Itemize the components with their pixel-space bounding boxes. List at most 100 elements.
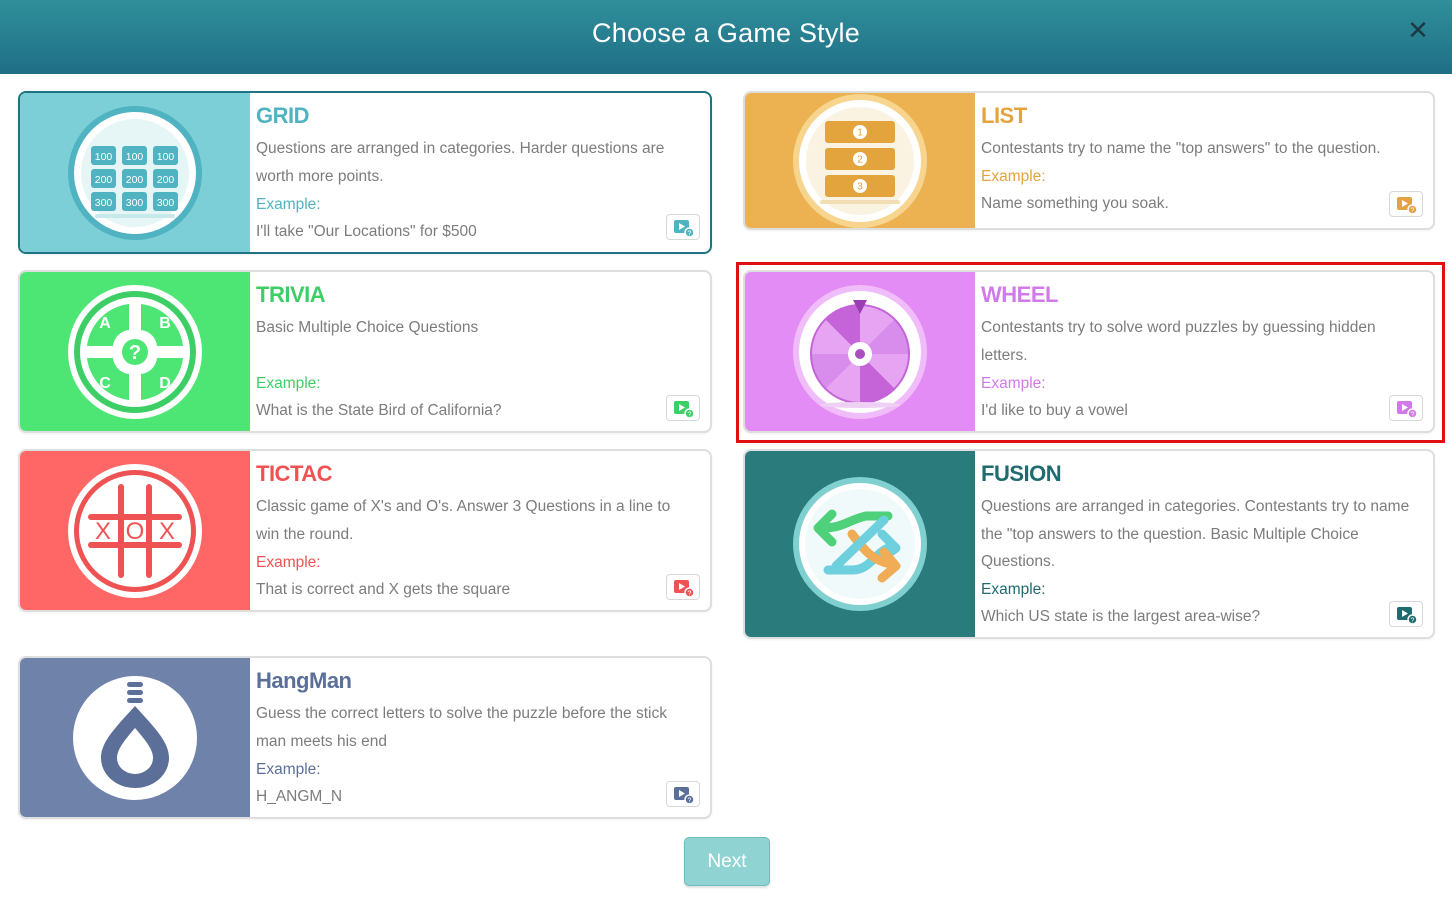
preview-video-button[interactable]: ? [1389,395,1423,421]
example-label: Example: [256,554,321,571]
choice-label: C [99,375,111,392]
game-style-card-grid[interactable]: 100 100 100 200 200 200 300 300 300 GRID… [18,91,712,254]
video-help-icon: ? [674,580,695,598]
tictac-mark: O [126,518,145,545]
example-label: Example: [981,168,1046,185]
tic-tac-toe-icon: X O X [68,463,202,598]
preview-video-button[interactable]: ? [1389,191,1423,217]
card-description: Contestants try to solve word puzzles by… [981,319,1376,364]
video-help-icon: ? [1397,607,1418,625]
list-art-panel: 1 2 3 [745,93,975,228]
grid-cell: 300 [126,197,144,209]
hangman-card-content: HangMan Guess the correct letters to sol… [256,658,700,817]
list-card-content: LIST Contestants try to name the "top an… [981,93,1423,228]
numbered-list-icon: 1 2 3 [793,93,927,228]
dialog-title: Choose a Game Style [592,18,860,48]
card-title: GRID [256,103,310,128]
preview-video-button[interactable]: ? [666,395,700,421]
card-description: Questions are arranged in categories. Ha… [256,140,665,185]
preview-video-button[interactable]: ? [1389,601,1423,627]
list-number: 3 [857,181,863,192]
choice-label: A [99,315,111,332]
tictac-mark: X [159,518,175,545]
example-text: H_ANGM_N [256,788,343,805]
video-help-icon: ? [1397,197,1418,215]
card-description: Contestants try to name the "top answers… [981,140,1381,157]
fusion-art-panel [745,451,975,637]
video-help-icon: ? [674,787,695,805]
grid-cell: 100 [126,151,144,163]
card-description: Classic game of X's and O's. Answer 3 Qu… [256,498,671,543]
grid-cell: 100 [157,151,175,163]
grid-cell: 300 [95,197,113,209]
game-style-card-fusion[interactable]: FUSION Questions are arranged in categor… [743,449,1435,639]
preview-video-button[interactable]: ? [666,214,700,240]
fusion-card-content: FUSION Questions are arranged in categor… [981,451,1423,637]
card-description: Basic Multiple Choice Questions [256,319,479,336]
card-title: TICTAC [256,461,333,486]
grid-cell: 200 [126,174,144,186]
example-label: Example: [256,761,321,778]
card-title: TRIVIA [256,282,326,307]
game-style-card-list[interactable]: 1 2 3 LIST Contestants try to name the "… [743,91,1435,230]
grid-card-content: GRID Questions are arranged in categorie… [256,93,700,252]
example-text: Name something you soak. [981,195,1169,212]
tictac-mark: X [95,518,111,545]
card-title: FUSION [981,461,1062,486]
svg-text:?: ? [1411,618,1415,625]
preview-video-button[interactable]: ? [666,574,700,600]
svg-text:?: ? [1411,412,1415,419]
tictac-art-panel: X O X [20,451,250,610]
example-label: Example: [256,196,321,213]
list-number: 2 [857,154,863,165]
grid-board-icon: 100 100 100 200 200 200 300 300 300 [68,105,202,240]
preview-video-button[interactable]: ? [666,781,700,807]
game-style-card-wheel[interactable]: WHEEL Contestants try to solve word puzz… [743,270,1435,433]
multiple-choice-icon: A B C D ? [68,284,202,419]
game-style-card-tictac[interactable]: X O X TICTAC Classic game of X's and O's… [18,449,712,612]
next-button[interactable]: Next [684,837,770,886]
card-description: Guess the correct letters to solve the p… [256,705,667,750]
video-help-icon: ? [674,401,695,419]
example-label: Example: [981,375,1046,392]
svg-text:?: ? [688,231,692,238]
game-style-card-hangman[interactable]: HangMan Guess the correct letters to sol… [18,656,712,819]
example-text: I'll take "Our Locations" for $500 [256,223,477,240]
example-label: Example: [981,581,1046,598]
example-text: Which US state is the largest area-wise? [981,608,1261,625]
video-help-icon: ? [674,220,695,238]
choice-label: B [159,315,171,332]
grid-cell: 300 [157,197,175,209]
card-description: Questions are arranged in categories. Co… [981,498,1410,570]
svg-text:?: ? [688,798,692,805]
tictac-card-content: TICTAC Classic game of X's and O's. Answ… [256,451,700,610]
wheel-card-content: WHEEL Contestants try to solve word puzz… [981,272,1423,431]
prize-wheel-icon [793,284,927,419]
list-number: 1 [857,127,863,138]
example-text: What is the State Bird of California? [256,402,502,419]
example-text: That is correct and X gets the square [256,581,511,598]
card-title: LIST [981,103,1027,128]
grid-cell: 200 [95,174,113,186]
trivia-art-panel: A B C D ? [20,272,250,431]
grid-cell: 200 [157,174,175,186]
dialog-header: Choose a Game Style ✕ [0,0,1452,74]
svg-text:?: ? [1411,208,1415,215]
hangman-art-panel [20,658,250,817]
trivia-card-content: TRIVIA Basic Multiple Choice Questions E… [256,272,700,431]
card-title: HangMan [256,668,352,693]
video-help-icon: ? [1397,401,1418,419]
grid-art-panel: 100 100 100 200 200 200 300 300 300 [20,93,250,252]
grid-cell: 100 [95,151,113,163]
svg-text:?: ? [688,591,692,598]
example-text: I'd like to buy a vowel [981,402,1128,419]
noose-icon [73,675,197,800]
game-style-card-trivia[interactable]: A B C D ? TRIVIA Basic Multiple Choice Q… [18,270,712,433]
example-label: Example: [256,375,321,392]
close-icon[interactable]: ✕ [1404,16,1432,44]
question-mark: ? [129,342,141,364]
wheel-art-panel [745,272,975,431]
fusion-arrows-icon [793,477,927,611]
choice-label: D [159,375,171,392]
svg-text:?: ? [688,412,692,419]
